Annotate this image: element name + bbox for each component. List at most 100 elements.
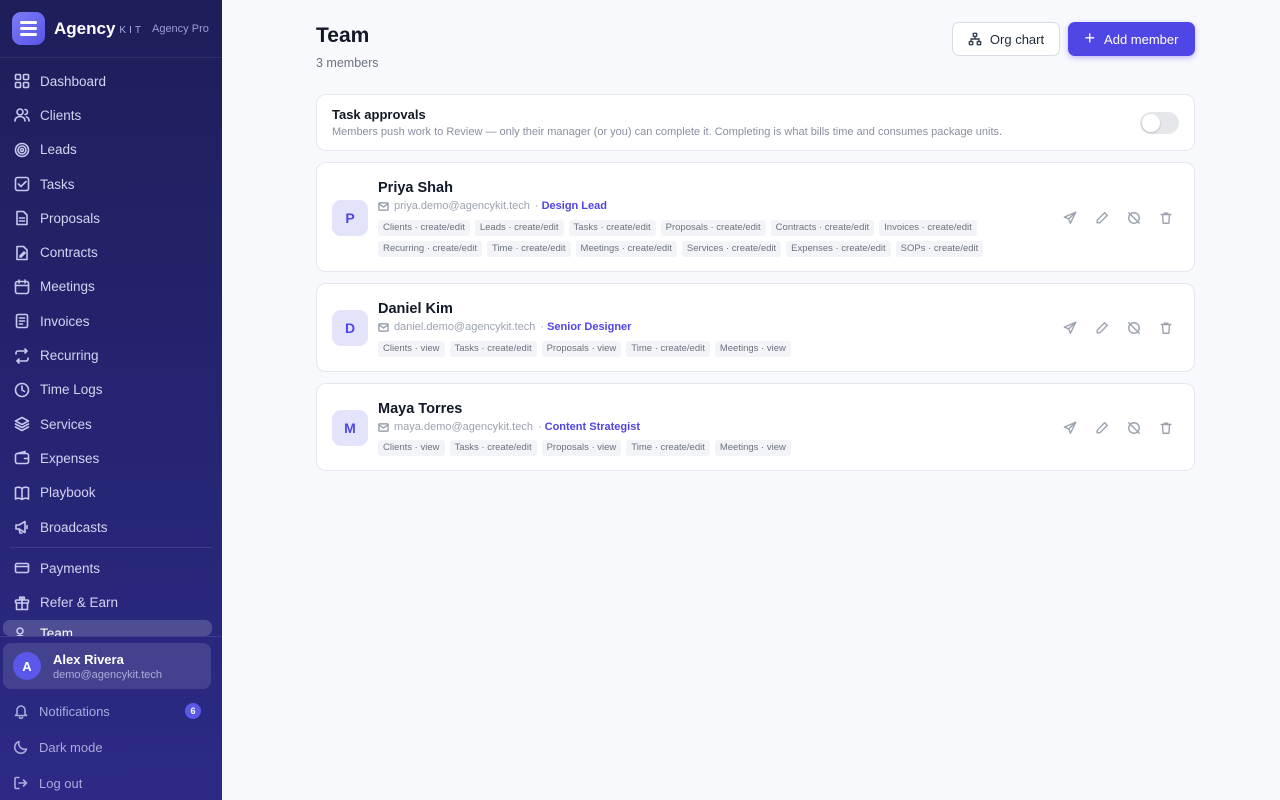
sidebar-item-broadcasts[interactable]: Broadcasts xyxy=(0,510,222,544)
member-card-maya-torres[interactable]: M Maya Torres maya.demo@agencykit.tech ·… xyxy=(316,383,1195,471)
calendar-icon xyxy=(14,279,30,295)
sidebar-item-leads[interactable]: Leads xyxy=(0,133,222,167)
permission-tag: Proposals · view xyxy=(541,440,622,456)
plus-icon: + xyxy=(1084,27,1096,48)
logout-link[interactable]: Log out xyxy=(13,775,209,791)
org-chart-button[interactable]: Org chart xyxy=(952,22,1060,56)
avatar: A xyxy=(13,652,41,680)
permission-tag: Clients · view xyxy=(378,440,445,456)
send-icon xyxy=(1063,421,1076,434)
delete-member-button[interactable] xyxy=(1157,209,1174,226)
sidebar-item-label: Team xyxy=(40,625,74,636)
sidebar-item-contracts[interactable]: Contracts xyxy=(0,235,222,269)
bell-icon xyxy=(14,705,28,719)
avatar: D xyxy=(332,310,368,346)
delete-member-button[interactable] xyxy=(1157,319,1174,336)
send-invite-button[interactable] xyxy=(1061,209,1078,226)
notifications-link[interactable]: Notifications 6 xyxy=(13,703,209,719)
delete-member-button[interactable] xyxy=(1157,419,1174,436)
member-email: daniel.demo@agencykit.tech xyxy=(394,321,536,333)
clock-icon xyxy=(14,382,30,398)
member-email: priya.demo@agencykit.tech xyxy=(394,200,530,212)
mail-icon xyxy=(378,201,389,211)
avatar: P xyxy=(332,200,368,236)
add-member-button[interactable]: + Add member xyxy=(1068,22,1195,56)
member-name: Daniel Kim xyxy=(378,301,453,317)
sidebar-item-team[interactable]: Team xyxy=(3,619,212,636)
plan-label: Agency Pro xyxy=(151,22,209,35)
sidebar-item-payments[interactable]: Payments xyxy=(0,551,222,585)
sidebar-item-label: Tasks xyxy=(40,176,75,192)
member-count: 3 members xyxy=(316,56,379,70)
pencil-icon xyxy=(1095,421,1108,434)
notifications-label: Notifications xyxy=(39,703,110,719)
sidebar-item-proposals[interactable]: Proposals xyxy=(0,201,222,235)
edit-member-button[interactable] xyxy=(1093,319,1110,336)
logout-icon xyxy=(14,776,28,790)
permission-tag: Time · create/edit xyxy=(626,440,710,456)
trash-icon xyxy=(1159,421,1172,434)
sidebar-item-refer-earn[interactable]: Refer & Earn xyxy=(0,585,222,619)
task-approvals-card: Task approvals Members push work to Revi… xyxy=(316,94,1195,151)
page-title: Team xyxy=(316,24,370,47)
permission-list: Clients · create/edit Leads · create/edi… xyxy=(378,220,1038,257)
sidebar-item-services[interactable]: Services xyxy=(0,407,222,441)
notification-count-badge: 6 xyxy=(185,703,201,719)
sidebar-item-label: Playbook xyxy=(40,485,96,501)
logo-icon xyxy=(12,12,45,45)
permission-list: Clients · view Tasks · create/edit Propo… xyxy=(378,440,1038,456)
deactivate-member-button[interactable] xyxy=(1125,419,1142,436)
sidebar-item-tasks[interactable]: Tasks xyxy=(0,167,222,201)
repeat-icon xyxy=(14,347,30,364)
task-approvals-title: Task approvals xyxy=(332,107,426,122)
task-approvals-toggle[interactable] xyxy=(1140,112,1179,134)
permission-tag: Tasks · create/edit xyxy=(449,440,537,456)
permission-list: Clients · view Tasks · create/edit Propo… xyxy=(378,341,1038,357)
send-invite-button[interactable] xyxy=(1061,419,1078,436)
team-icon xyxy=(14,626,30,636)
invoice-icon xyxy=(14,313,30,329)
deactivate-member-button[interactable] xyxy=(1125,319,1142,336)
sidebar-item-meetings[interactable]: Meetings xyxy=(0,270,222,304)
sidebar-item-label: Clients xyxy=(40,107,82,123)
send-icon xyxy=(1063,211,1076,224)
sidebar-item-invoices[interactable]: Invoices xyxy=(0,304,222,338)
member-role: Senior Designer xyxy=(547,321,632,333)
permission-tag: Proposals · view xyxy=(541,341,622,357)
member-card-daniel-kim[interactable]: D Daniel Kim daniel.demo@agencykit.tech … xyxy=(316,283,1195,372)
permission-tag: Tasks · create/edit xyxy=(449,341,537,357)
moon-icon xyxy=(13,740,28,755)
brand[interactable]: Agency KIT Agency Pro xyxy=(0,0,222,58)
dark-mode-toggle[interactable]: Dark mode xyxy=(13,739,209,755)
user-profile-card[interactable]: A Alex Rivera demo@agencykit.tech xyxy=(3,643,211,689)
user-off-icon xyxy=(1127,321,1140,334)
permission-tag: Tasks · create/edit xyxy=(568,220,656,236)
sidebar-item-playbook[interactable]: Playbook xyxy=(0,476,222,510)
permission-tag: Time · create/edit xyxy=(486,241,571,257)
sidebar-item-expenses[interactable]: Expenses xyxy=(0,441,222,475)
deactivate-member-button[interactable] xyxy=(1125,209,1142,226)
sidebar-item-dashboard[interactable]: Dashboard xyxy=(0,64,222,98)
sidebar-item-label: Leads xyxy=(40,142,77,158)
member-card-priya-shah[interactable]: P Priya Shah priya.demo@agencykit.tech ·… xyxy=(316,162,1195,272)
sidebar-item-clients[interactable]: Clients xyxy=(0,98,222,132)
sidebar-item-label: Dashboard xyxy=(40,73,107,89)
permission-tag: Services · create/edit xyxy=(681,241,782,257)
edit-member-button[interactable] xyxy=(1093,419,1110,436)
dark-mode-label: Dark mode xyxy=(39,739,103,755)
permission-tag: Expenses · create/edit xyxy=(786,241,891,257)
permission-tag: Meetings · view xyxy=(714,341,791,357)
sidebar-item-label: Meetings xyxy=(40,279,95,295)
grid-icon xyxy=(14,73,30,89)
nav-divider xyxy=(10,547,212,549)
pencil-icon xyxy=(1095,211,1108,224)
mail-icon xyxy=(378,422,389,432)
book-icon xyxy=(14,485,30,501)
send-invite-button[interactable] xyxy=(1061,319,1078,336)
permission-tag: SOPs · create/edit xyxy=(895,241,984,257)
sidebar-item-time-logs[interactable]: Time Logs xyxy=(0,373,222,407)
contract-icon xyxy=(14,245,30,261)
sidebar-item-label: Invoices xyxy=(40,313,90,329)
edit-member-button[interactable] xyxy=(1093,209,1110,226)
sidebar-item-recurring[interactable]: Recurring xyxy=(0,338,222,372)
